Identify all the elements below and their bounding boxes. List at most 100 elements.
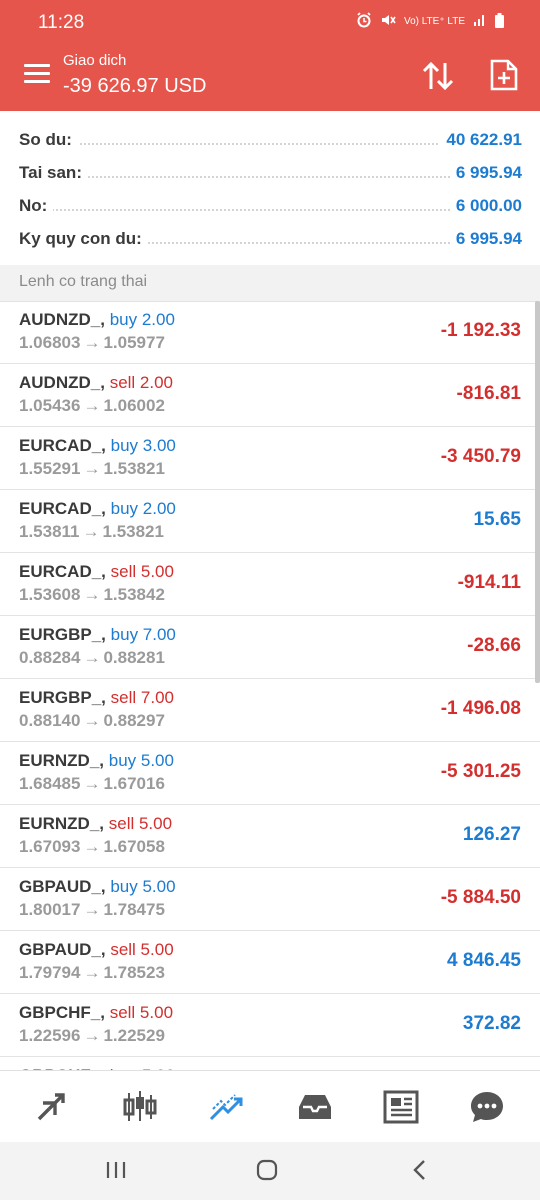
position-row[interactable]: EURGBP_, sell 7.00 0.88140 → 0.88297 -1 496.… xyxy=(0,679,540,742)
position-profit: 15.65 xyxy=(473,509,521,530)
current-price: 0.88297 xyxy=(103,711,165,730)
position-title: EURCAD_, buy 2.00 xyxy=(19,499,176,519)
summary-label: Tai san: xyxy=(19,163,88,183)
back-icon[interactable] xyxy=(408,1158,432,1187)
account-profit: -39 626.97 USD xyxy=(63,75,207,97)
chart-icon[interactable] xyxy=(120,1087,160,1127)
position-title: GBPAUD_, sell 5.00 xyxy=(19,940,174,960)
position-row[interactable]: EURCAD_, sell 5.00 1.53608 → 1.53842 -914.11 xyxy=(0,553,540,616)
symbol: GBPCHF_, xyxy=(19,1003,105,1022)
position-profit: -1 192.33 xyxy=(440,320,521,341)
price-line: 1.55291 → 1.53821 xyxy=(19,459,165,479)
order-side: sell 5.00 xyxy=(109,1003,174,1022)
symbol: GBPAUD_, xyxy=(19,877,106,896)
arrow-right-icon: → xyxy=(83,396,101,415)
price-line: 1.68485 → 1.67016 xyxy=(19,774,165,794)
symbol: EURCAD_, xyxy=(19,562,106,581)
sort-icon[interactable] xyxy=(420,59,456,93)
summary-label: So du: xyxy=(19,130,78,150)
position-profit: 372.82 xyxy=(462,1013,521,1034)
scroll-indicator[interactable] xyxy=(535,301,540,683)
position-row[interactable]: EURCAD_, buy 3.00 1.55291 → 1.53821 -3 450.7… xyxy=(0,427,540,490)
chat-icon[interactable] xyxy=(467,1087,507,1127)
history-icon[interactable] xyxy=(295,1087,335,1127)
position-row[interactable]: GBPAUD_, sell 5.00 1.79794 → 1.78523 4 846.4… xyxy=(0,931,540,994)
position-profit: -1 496.08 xyxy=(440,698,521,719)
order-side: sell 5.00 xyxy=(110,940,174,959)
summary-row-margin: No: 6 000.00 xyxy=(19,191,522,221)
status-time: 11:28 xyxy=(38,12,85,33)
positions-list[interactable]: AUDNZD_, buy 2.00 1.06803 → 1.05977 -1 192.3… xyxy=(0,301,540,1070)
page-title: Giao dich xyxy=(63,52,127,69)
symbol: EURNZD_, xyxy=(19,814,105,833)
symbol: EURCAD_, xyxy=(19,436,106,455)
new-order-icon[interactable] xyxy=(489,58,523,94)
open-price: 1.22596 xyxy=(19,1026,81,1045)
order-side: sell 5.00 xyxy=(110,562,174,581)
position-row[interactable]: EURCAD_, buy 2.00 1.53811 → 1.53821 15.65 xyxy=(0,490,540,553)
symbol: GBPAUD_, xyxy=(19,940,106,959)
current-price: 1.78475 xyxy=(103,900,165,919)
network-indicator: Vo) LTE⁺ LTE xyxy=(403,16,465,27)
bottom-nav xyxy=(0,1070,540,1143)
position-profit: -816.81 xyxy=(456,383,521,404)
position-row[interactable]: AUDNZD_, buy 2.00 1.06803 → 1.05977 -1 192.3… xyxy=(0,301,540,364)
open-price: 1.80017 xyxy=(19,900,81,919)
price-line: 1.06803 → 1.05977 xyxy=(19,333,165,353)
current-price: 1.05977 xyxy=(103,333,165,352)
position-row[interactable]: GBPAUD_, buy 5.00 1.80017 → 1.78475 -5 884.5… xyxy=(0,868,540,931)
order-side: buy 7.00 xyxy=(110,625,176,644)
open-price: 1.53811 xyxy=(19,522,80,541)
section-title: Lenh co trang thai xyxy=(19,273,148,290)
price-line: 1.80017 → 1.78475 xyxy=(19,900,165,920)
price-line: 0.88284 → 0.88281 xyxy=(19,648,165,668)
arrow-right-icon: → xyxy=(83,585,101,604)
order-side: buy 5.00 xyxy=(108,751,174,770)
position-profit: -5 884.50 xyxy=(440,887,521,908)
position-title: GBPAUD_, buy 5.00 xyxy=(19,877,176,897)
position-title: EURCAD_, sell 5.00 xyxy=(19,562,174,582)
recents-icon[interactable] xyxy=(104,1158,128,1187)
app-bar: Giao dich -39 626.97 USD xyxy=(0,44,540,111)
open-price: 1.79794 xyxy=(19,963,81,982)
menu-icon[interactable] xyxy=(24,64,50,86)
arrow-right-icon: → xyxy=(83,1026,101,1045)
summary-label: Ky quy con du: xyxy=(19,229,148,249)
position-title: EURGBP_, sell 7.00 xyxy=(19,688,174,708)
summary-label: No: xyxy=(19,196,54,216)
quotes-icon[interactable] xyxy=(33,1087,73,1127)
alarm-icon xyxy=(356,12,372,31)
symbol: AUDNZD_, xyxy=(19,373,105,392)
positions-header: Lenh co trang thai xyxy=(0,265,540,302)
position-title: EURNZD_, sell 5.00 xyxy=(19,814,172,834)
summary-value: 6 995.94 xyxy=(449,229,522,249)
news-icon[interactable] xyxy=(381,1087,421,1127)
position-row[interactable]: EURNZD_, buy 5.00 1.68485 → 1.67016 -5 301.2… xyxy=(0,742,540,805)
position-profit: -5 301.25 xyxy=(440,761,521,782)
position-profit: -28.66 xyxy=(467,635,521,656)
position-title: AUDNZD_, sell 2.00 xyxy=(19,373,173,393)
home-icon[interactable] xyxy=(255,1158,279,1187)
position-row[interactable]: EURNZD_, sell 5.00 1.67093 → 1.67058 126.27 xyxy=(0,805,540,868)
position-title: EURCAD_, buy 3.00 xyxy=(19,436,176,456)
position-title: AUDNZD_, buy 2.00 xyxy=(19,310,175,330)
order-side: buy 2.00 xyxy=(109,310,175,329)
open-price: 0.88284 xyxy=(19,648,81,667)
account-summary: So du: 40 622.91 Tai san: 6 995.94 No: 6… xyxy=(0,111,540,266)
summary-value: 6 000.00 xyxy=(449,196,522,216)
symbol: EURCAD_, xyxy=(19,499,106,518)
current-price: 1.53842 xyxy=(103,585,165,604)
open-price: 1.05436 xyxy=(19,396,81,415)
current-price: 1.22529 xyxy=(103,1026,165,1045)
position-row[interactable]: GBPCHF_, buy 5.00 xyxy=(0,1057,540,1070)
order-side: buy 3.00 xyxy=(110,436,176,455)
price-line: 1.05436 → 1.06002 xyxy=(19,396,165,416)
symbol: EURNZD_, xyxy=(19,751,105,770)
position-row[interactable]: AUDNZD_, sell 2.00 1.05436 → 1.06002 -816.81 xyxy=(0,364,540,427)
position-row[interactable]: EURGBP_, buy 7.00 0.88284 → 0.88281 -28.66 xyxy=(0,616,540,679)
open-price: 0.88140 xyxy=(19,711,81,730)
summary-value: 6 995.94 xyxy=(449,163,522,183)
position-row[interactable]: GBPCHF_, sell 5.00 1.22596 → 1.22529 372.82 xyxy=(0,994,540,1057)
trade-icon[interactable] xyxy=(207,1087,247,1127)
position-title: GBPCHF_, sell 5.00 xyxy=(19,1003,173,1023)
